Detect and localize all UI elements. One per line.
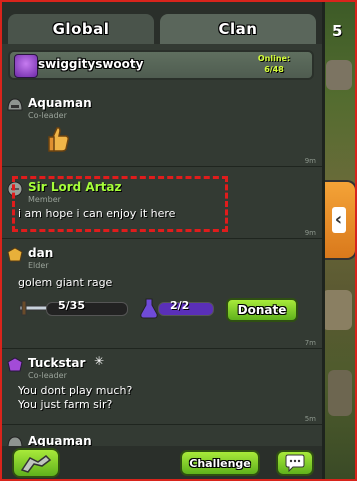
message-time: 5m xyxy=(304,415,316,423)
message-text: i am hope i can enjoy it here xyxy=(18,207,176,220)
chevron-left-icon: ‹ xyxy=(331,207,346,233)
player-role: Member xyxy=(28,195,61,204)
message-time: 9m xyxy=(304,157,316,165)
chat-bubble-icon xyxy=(285,454,305,472)
clan-chat-panel: Global Clan swiggityswooty Online: 6/48 … xyxy=(0,0,325,481)
donation-progress: 5/35 2/2 xyxy=(18,297,218,319)
message-text: golem giant rage xyxy=(18,276,113,289)
challenge-button[interactable]: Challenge xyxy=(180,450,260,476)
chat-message: dan Elder golem giant rage 5/35 2/2 Dona… xyxy=(0,238,322,349)
player-role: Co-leader xyxy=(28,371,67,380)
league-helmet-icon xyxy=(7,436,23,446)
spell-capacity: 2/2 xyxy=(170,299,190,312)
player-name[interactable]: dan xyxy=(28,246,53,260)
chat-message: Aquaman xyxy=(0,424,322,446)
league-unranked-icon xyxy=(7,181,23,197)
tab-global[interactable]: Global xyxy=(8,14,154,44)
donate-button[interactable]: Donate xyxy=(226,298,298,322)
game-resource-number: 5 xyxy=(332,22,343,40)
sparkle-icon: ✳ xyxy=(94,354,105,368)
message-time: 7m xyxy=(304,339,316,347)
chat-message: Sir Lord Artaz Member i am hope i can en… xyxy=(0,166,322,239)
war-button[interactable] xyxy=(12,448,60,478)
player-name[interactable]: Aquaman xyxy=(28,434,92,446)
league-helmet-icon xyxy=(7,98,23,111)
chat-bottom-bar: Challenge xyxy=(0,446,322,481)
tab-clan[interactable]: Clan xyxy=(160,14,316,44)
player-name[interactable]: Tuckstar xyxy=(28,356,85,370)
player-role: Elder xyxy=(28,261,49,270)
chat-compose-button[interactable] xyxy=(276,450,314,476)
league-gold-icon xyxy=(7,247,23,262)
clan-info-bar[interactable]: swiggityswooty Online: 6/48 xyxy=(8,50,314,80)
thumbs-up-icon xyxy=(48,127,69,152)
online-label: Online: xyxy=(257,54,291,63)
spell-flask-icon xyxy=(140,298,158,319)
message-time: 9m xyxy=(304,229,316,237)
collapse-chat-button[interactable]: ‹ xyxy=(322,180,357,260)
player-name[interactable]: Aquaman xyxy=(28,96,92,110)
clan-badge-icon xyxy=(14,54,38,78)
player-name[interactable]: Sir Lord Artaz xyxy=(28,180,121,194)
message-text-line1: You dont play much? xyxy=(18,384,133,397)
chat-tabs: Global Clan xyxy=(0,0,322,44)
player-role: Co-leader xyxy=(28,111,67,120)
online-count: 6/48 xyxy=(264,65,284,74)
league-crystal-icon xyxy=(7,357,23,372)
war-icon xyxy=(20,455,52,473)
troop-capacity: 5/35 xyxy=(58,299,85,312)
chat-message: Aquaman Co-leader 9m xyxy=(0,86,322,167)
chat-feed[interactable]: Aquaman Co-leader 9m Sir Lord Artaz Memb… xyxy=(0,86,322,446)
chat-message: Tuckstar ✳ Co-leader You dont play much?… xyxy=(0,348,322,425)
message-text-line2: You just farm sir? xyxy=(18,398,113,411)
clan-name: swiggityswooty xyxy=(38,57,144,71)
